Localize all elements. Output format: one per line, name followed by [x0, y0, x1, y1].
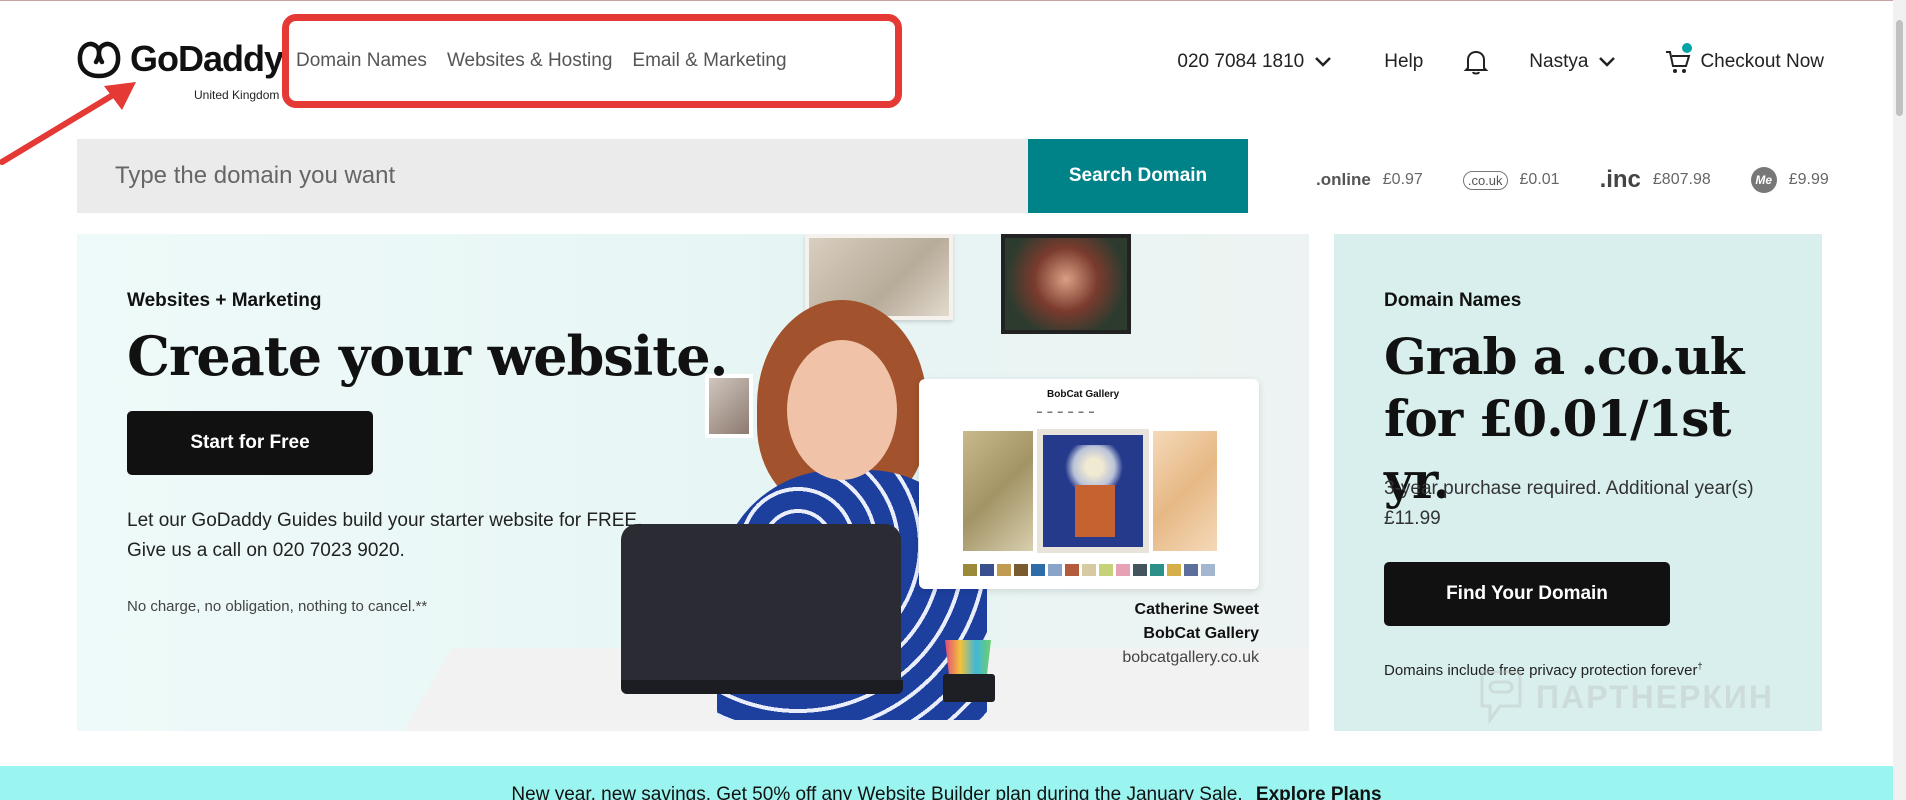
annotation-highlight-box: [282, 14, 902, 108]
site-header: GoDaddy United Kingdom Domain Names Webs…: [0, 0, 1906, 130]
chevron-down-icon: [1315, 57, 1332, 67]
tld-couk-logo: .co.uk: [1462, 170, 1508, 190]
pencil-holder-base: [943, 674, 995, 702]
promo-headline: Create your website.: [127, 324, 728, 388]
godaddy-logo-icon: [77, 41, 121, 79]
example-site-brand: BobCat Gallery: [1047, 389, 1120, 400]
checkout-label: Checkout Now: [1700, 51, 1824, 72]
tld-price: £0.97: [1382, 171, 1423, 188]
domain-search-input[interactable]: [77, 139, 1028, 213]
customer-caption: Catherine Sweet BobCat Gallery bobcatgal…: [1122, 598, 1259, 670]
wall-portrait-image: [1001, 234, 1131, 334]
tld-price-list: .online £0.97 .co.uk £0.01 .inc £807.98 …: [1316, 166, 1829, 194]
customer-name: Catherine Sweet: [1134, 601, 1259, 618]
sunflower-artwork: [963, 431, 1033, 551]
laptop-base: [621, 680, 903, 694]
page-scrollbar[interactable]: [1893, 0, 1906, 800]
watermark-text: ПАРТНЕРКИН: [1536, 678, 1775, 715]
website-promo-panel: BobCat Gallery ▬ ▬ ▬ ▬ ▬ ▬ Websites + Ma…: [77, 234, 1309, 731]
tld-couk[interactable]: .co.uk £0.01: [1462, 170, 1560, 190]
domain-promo-panel: Domain Names Grab a .co.uk for £0.01/1st…: [1334, 234, 1822, 731]
account-name: Nastya: [1529, 51, 1589, 72]
scrollbar-thumb[interactable]: [1896, 20, 1903, 116]
domain-kicker: Domain Names: [1384, 290, 1522, 311]
godaddy-logo[interactable]: GoDaddy: [76, 38, 284, 80]
promo-kicker: Websites + Marketing: [127, 290, 322, 311]
account-dropdown[interactable]: Nastya: [1529, 51, 1616, 73]
checkout-button[interactable]: Checkout Now: [1664, 43, 1824, 75]
laptop-image: [621, 524, 901, 684]
find-your-domain-button[interactable]: Find Your Domain: [1384, 562, 1670, 626]
logo-wordmark: GoDaddy: [130, 38, 284, 79]
phone-dropdown[interactable]: 020 7084 1810: [1177, 51, 1332, 73]
watermark-chat-icon: [1480, 670, 1522, 725]
tld-online-logo: .online: [1316, 170, 1371, 189]
customer-url: bobcatgallery.co.uk: [1122, 649, 1259, 666]
domain-description: 3-year purchase required. Additional yea…: [1384, 478, 1754, 529]
customer-business: BobCat Gallery: [1143, 625, 1259, 642]
sale-banner: New year, new savings. Get 50% off any W…: [0, 766, 1893, 800]
explore-plans-link[interactable]: Explore Plans: [1256, 784, 1382, 800]
watermark: ПАРТНЕРКИН: [1478, 668, 1774, 726]
cart-icon: [1666, 51, 1691, 73]
example-website-card: BobCat Gallery ▬ ▬ ▬ ▬ ▬ ▬: [919, 379, 1259, 589]
sale-banner-text: New year, new savings. Get 50% off any W…: [511, 784, 1243, 800]
promo-fine-print: No charge, no obligation, nothing to can…: [127, 598, 428, 615]
vase-artwork: [1037, 429, 1149, 553]
header-actions: 020 7084 1810 Help Nastya Checkout Now: [1177, 43, 1824, 76]
tld-me-logo: Me: [1750, 167, 1777, 193]
tld-inc-logo: .inc: [1599, 166, 1641, 193]
face-shape: [787, 340, 897, 480]
start-for-free-button[interactable]: Start for Free: [127, 411, 373, 475]
tld-price: £807.98: [1652, 171, 1711, 188]
tld-online[interactable]: .online £0.97: [1316, 170, 1423, 190]
help-link[interactable]: Help: [1384, 51, 1423, 73]
tld-me[interactable]: Me £9.99: [1750, 167, 1829, 193]
phone-number: 020 7084 1810: [1177, 51, 1305, 72]
cat-artwork: [1153, 431, 1217, 551]
chevron-down-icon: [1599, 57, 1616, 67]
domain-search: Search Domain: [77, 139, 1248, 213]
bell-icon: [1463, 50, 1489, 75]
search-domain-button[interactable]: Search Domain: [1028, 139, 1248, 213]
tld-price: £9.99: [1788, 171, 1829, 188]
promo-description: Let our GoDaddy Guides build your starte…: [127, 510, 643, 561]
tld-price: £0.01: [1519, 171, 1560, 188]
tld-inc[interactable]: .inc £807.98: [1600, 166, 1711, 194]
notifications-button[interactable]: [1463, 48, 1489, 76]
logo-region: United Kingdom: [194, 88, 280, 102]
artwork-thumbnails: [963, 564, 1215, 576]
example-site-nav: ▬ ▬ ▬ ▬ ▬ ▬: [1037, 409, 1096, 415]
